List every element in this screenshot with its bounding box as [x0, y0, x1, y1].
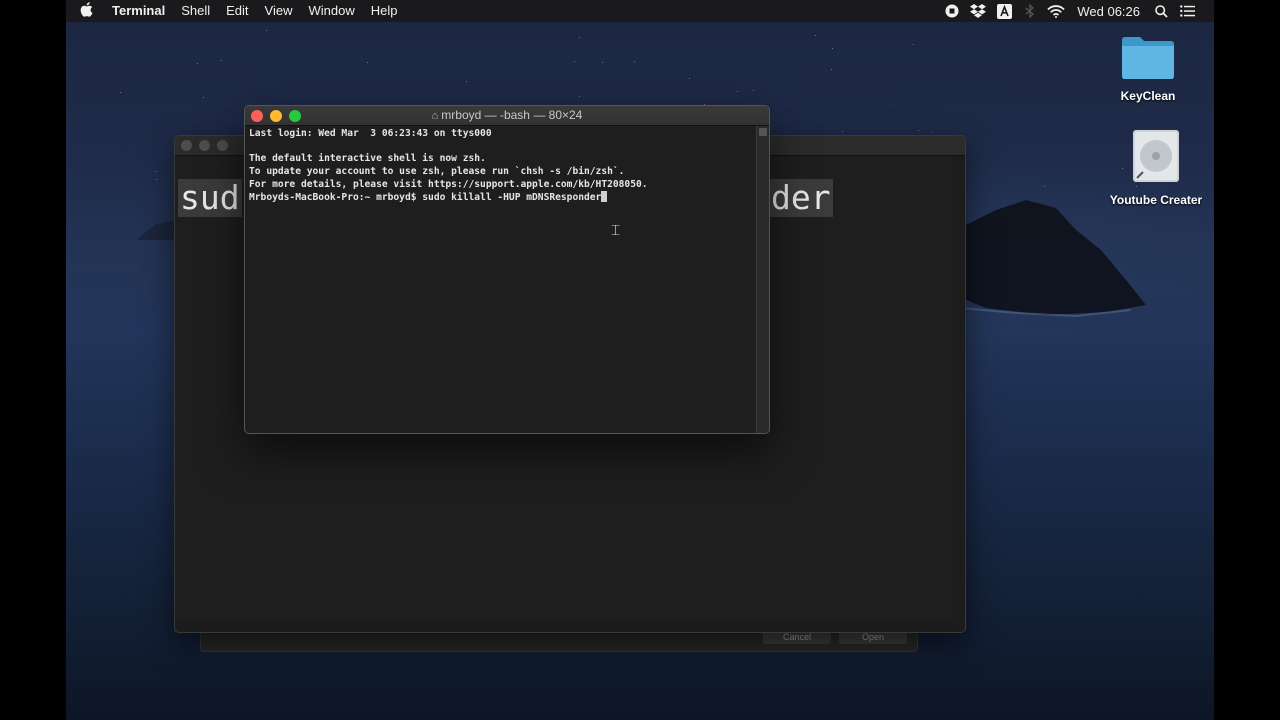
- menu-shell[interactable]: Shell: [173, 0, 218, 22]
- wifi-icon[interactable]: [1043, 0, 1069, 22]
- spotlight-search-icon[interactable]: [1148, 0, 1174, 22]
- star: [155, 171, 156, 172]
- star: [931, 132, 932, 133]
- large-text-left: sud: [178, 178, 242, 217]
- menu-help[interactable]: Help: [363, 0, 406, 22]
- rock-island-decoration: [956, 200, 1146, 318]
- terminal-command: Mrboyds-MacBook-Pro:~ mrboyd$ sudo killa…: [249, 192, 602, 204]
- star: [120, 92, 121, 93]
- star: [913, 44, 914, 45]
- terminal-titlebar[interactable]: ⌂ mrboyd — -bash — 80×24: [245, 106, 769, 126]
- back-minimize-button[interactable]: [199, 140, 210, 151]
- desktop-icon-label: Youtube Creater: [1109, 193, 1203, 207]
- notification-center-icon[interactable]: [1174, 0, 1200, 22]
- star: [203, 97, 204, 98]
- star: [466, 81, 467, 82]
- input-source-icon[interactable]: [991, 0, 1017, 22]
- menu-view[interactable]: View: [257, 0, 301, 22]
- terminal-window[interactable]: ⌂ mrboyd — -bash — 80×24 Last login: Wed …: [244, 105, 770, 434]
- minimize-button[interactable]: [270, 110, 282, 122]
- star: [842, 131, 843, 132]
- terminal-line: To update your account to use zsh, pleas…: [249, 166, 625, 178]
- close-button[interactable]: [251, 110, 263, 122]
- star: [815, 35, 816, 36]
- drive-icon: [1133, 130, 1179, 182]
- dropbox-icon[interactable]: [965, 0, 991, 22]
- menu-clock[interactable]: Wed 06:26: [1069, 4, 1148, 19]
- home-icon: ⌂: [431, 110, 439, 122]
- star: [574, 61, 575, 62]
- star: [634, 61, 635, 62]
- star: [737, 91, 738, 92]
- text-cursor: [601, 191, 608, 203]
- terminal-scrollbar[interactable]: [756, 126, 769, 433]
- star: [832, 48, 833, 49]
- desktop-icon-youtube-creater[interactable]: Youtube Creater: [1101, 128, 1211, 207]
- cancel-button[interactable]: Cancel: [763, 632, 831, 644]
- desktop: Terminal Shell Edit View Window Help Wed…: [66, 0, 1214, 720]
- star: [266, 30, 267, 31]
- star: [579, 37, 580, 38]
- large-text-right: der: [769, 178, 833, 217]
- menu-app-name[interactable]: Terminal: [106, 0, 173, 22]
- star: [831, 69, 832, 70]
- menu-window[interactable]: Window: [301, 0, 363, 22]
- star: [1044, 186, 1045, 187]
- terminal-line: For more details, please visit https://s…: [249, 178, 648, 190]
- terminal-title-text: mrboyd — -bash — 80×24: [441, 108, 583, 122]
- back-zoom-button[interactable]: [217, 140, 228, 151]
- apple-menu-icon[interactable]: [66, 2, 106, 20]
- back-dialog-sheet: Cancel Open: [200, 630, 918, 652]
- star: [753, 90, 754, 91]
- terminal-prompt-line[interactable]: Mrboyds-MacBook-Pro:~ mrboyd$ sudo killa…: [249, 191, 757, 204]
- terminal-title: ⌂ mrboyd — -bash — 80×24: [245, 106, 769, 126]
- back-close-button[interactable]: [181, 140, 192, 151]
- desktop-icon-keyclean[interactable]: KeyClean: [1093, 34, 1203, 103]
- bluetooth-icon[interactable]: [1017, 0, 1043, 22]
- menu-edit[interactable]: Edit: [218, 0, 256, 22]
- star: [221, 60, 222, 61]
- scrollbar-handle[interactable]: [759, 128, 767, 136]
- star: [602, 62, 603, 63]
- star: [579, 96, 580, 97]
- star: [918, 130, 919, 131]
- ibeam-cursor-icon: ⌶: [611, 222, 621, 239]
- star: [156, 179, 157, 180]
- zoom-button[interactable]: [289, 110, 301, 122]
- screen-record-stop-icon[interactable]: [939, 0, 965, 22]
- folder-icon: [1122, 37, 1174, 79]
- terminal-line: The default interactive shell is now zsh…: [249, 153, 486, 165]
- menu-bar: Terminal Shell Edit View Window Help Wed…: [66, 0, 1214, 22]
- star: [367, 62, 368, 63]
- star: [197, 63, 198, 64]
- open-button[interactable]: Open: [839, 632, 907, 644]
- terminal-line: Last login: Wed Mar 3 06:23:43 on ttys00…: [249, 128, 492, 139]
- star: [689, 78, 690, 79]
- terminal-output[interactable]: Last login: Wed Mar 3 06:23:43 on ttys00…: [245, 126, 757, 433]
- desktop-icon-label: KeyClean: [1120, 89, 1176, 103]
